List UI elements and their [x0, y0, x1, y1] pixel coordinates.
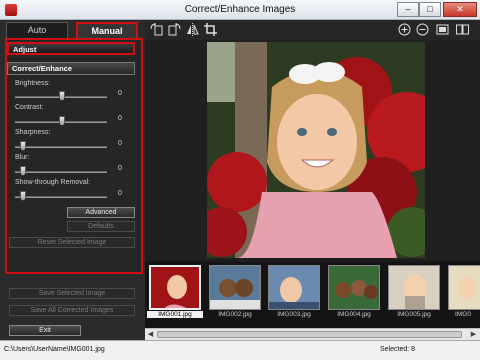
thumbnail-item[interactable]: IMG003.jpg — [266, 265, 322, 319]
rotate-right-icon[interactable] — [168, 23, 181, 36]
thumbnail-caption: IMG004.jpg — [337, 311, 371, 318]
status-bar: C:\Users\UserName\IMG001.jpg Selected: 8 — [0, 340, 480, 360]
contrast-value: 0 — [118, 115, 122, 122]
defaults-button[interactable]: Defaults — [67, 221, 135, 232]
brightness-value: 0 — [118, 90, 122, 97]
brightness-label: Brightness: — [15, 80, 51, 87]
thumbnail-caption: IMG003.jpg — [277, 311, 311, 318]
thumbnail-image — [328, 265, 380, 310]
thumbnail-item[interactable]: IMG002.jpg — [207, 265, 263, 319]
file-path: C:\Users\UserName\IMG001.jpg — [4, 346, 105, 353]
reset-selected-image-button[interactable]: Reset Selected Image — [9, 237, 135, 248]
thumbnail-image — [388, 265, 440, 310]
thumbnail-image — [268, 265, 320, 310]
preview-area — [145, 40, 480, 260]
full-screen-icon[interactable] — [436, 23, 449, 36]
blur-label: Blur: — [15, 154, 30, 161]
thumbnail-caption: IMG001.jpg — [147, 311, 203, 318]
thumbnail-item[interactable]: IMG005.jpg — [386, 265, 442, 319]
show-through-removal-label: Show-through Removal: — [15, 179, 91, 186]
close-button[interactable]: ✕ — [443, 2, 477, 17]
zoom-out-icon[interactable] — [416, 23, 429, 36]
selected-count: Selected: 8 — [380, 346, 416, 353]
sharpness-label: Sharpness: — [15, 129, 51, 136]
advanced-button[interactable]: Advanced — [67, 207, 135, 218]
show-through-removal-slider-track[interactable] — [15, 196, 107, 198]
flip-icon[interactable] — [186, 23, 199, 36]
scroll-right-icon[interactable]: ▶ — [468, 329, 479, 340]
correct-enhance-button[interactable]: Correct/Enhance — [7, 62, 135, 75]
maximize-button[interactable]: □ — [419, 2, 441, 17]
exit-button[interactable]: Exit — [9, 325, 81, 336]
thumbnail-item[interactable]: IMG0 — [446, 265, 480, 319]
rotate-left-icon[interactable] — [150, 23, 163, 36]
compare-icon[interactable] — [456, 23, 469, 36]
save-all-corrected-images-button[interactable]: Save All Corrected Images — [9, 305, 135, 316]
thumbnail-strip: IMG001.jpg IMG002.jpg IMG003.jpg IMG004.… — [145, 262, 480, 328]
adjust-button[interactable]: Adjust — [7, 42, 135, 55]
scroll-left-icon[interactable]: ◀ — [145, 329, 156, 340]
preview-image[interactable] — [207, 42, 425, 258]
left-panel: Auto Manual Adjust Correct/Enhance Brigh… — [0, 20, 145, 340]
image-toolbar — [145, 20, 480, 40]
thumbnail-caption: IMG002.jpg — [218, 311, 252, 318]
tab-manual[interactable]: Manual — [76, 22, 138, 39]
thumbnail-caption: IMG0 — [455, 311, 471, 318]
thumbnail-image — [149, 265, 201, 310]
blur-slider-track[interactable] — [15, 171, 107, 173]
tab-auto[interactable]: Auto — [6, 22, 68, 39]
sharpness-value: 0 — [118, 140, 122, 147]
thumbnail-scrollbar[interactable]: ◀ ▶ — [145, 328, 480, 340]
save-selected-image-button[interactable]: Save Selected Image — [9, 288, 135, 299]
thumbnail-item[interactable]: IMG004.jpg — [326, 265, 382, 319]
show-through-removal-value: 0 — [118, 190, 122, 197]
minimize-button[interactable]: – — [397, 2, 419, 17]
title-bar: Correct/Enhance Images – □ ✕ — [0, 0, 480, 20]
thumbnail-image — [209, 265, 261, 310]
sharpness-slider-track[interactable] — [15, 146, 107, 148]
thumbnail-item[interactable]: IMG001.jpg — [147, 265, 203, 319]
thumbnail-image — [448, 265, 480, 310]
blur-value: 0 — [118, 165, 122, 172]
thumbnail-caption: IMG005.jpg — [397, 311, 431, 318]
zoom-in-icon[interactable] — [398, 23, 411, 36]
contrast-label: Contrast: — [15, 104, 44, 111]
scrollbar-thumb[interactable] — [157, 331, 462, 338]
crop-icon[interactable] — [204, 23, 217, 36]
